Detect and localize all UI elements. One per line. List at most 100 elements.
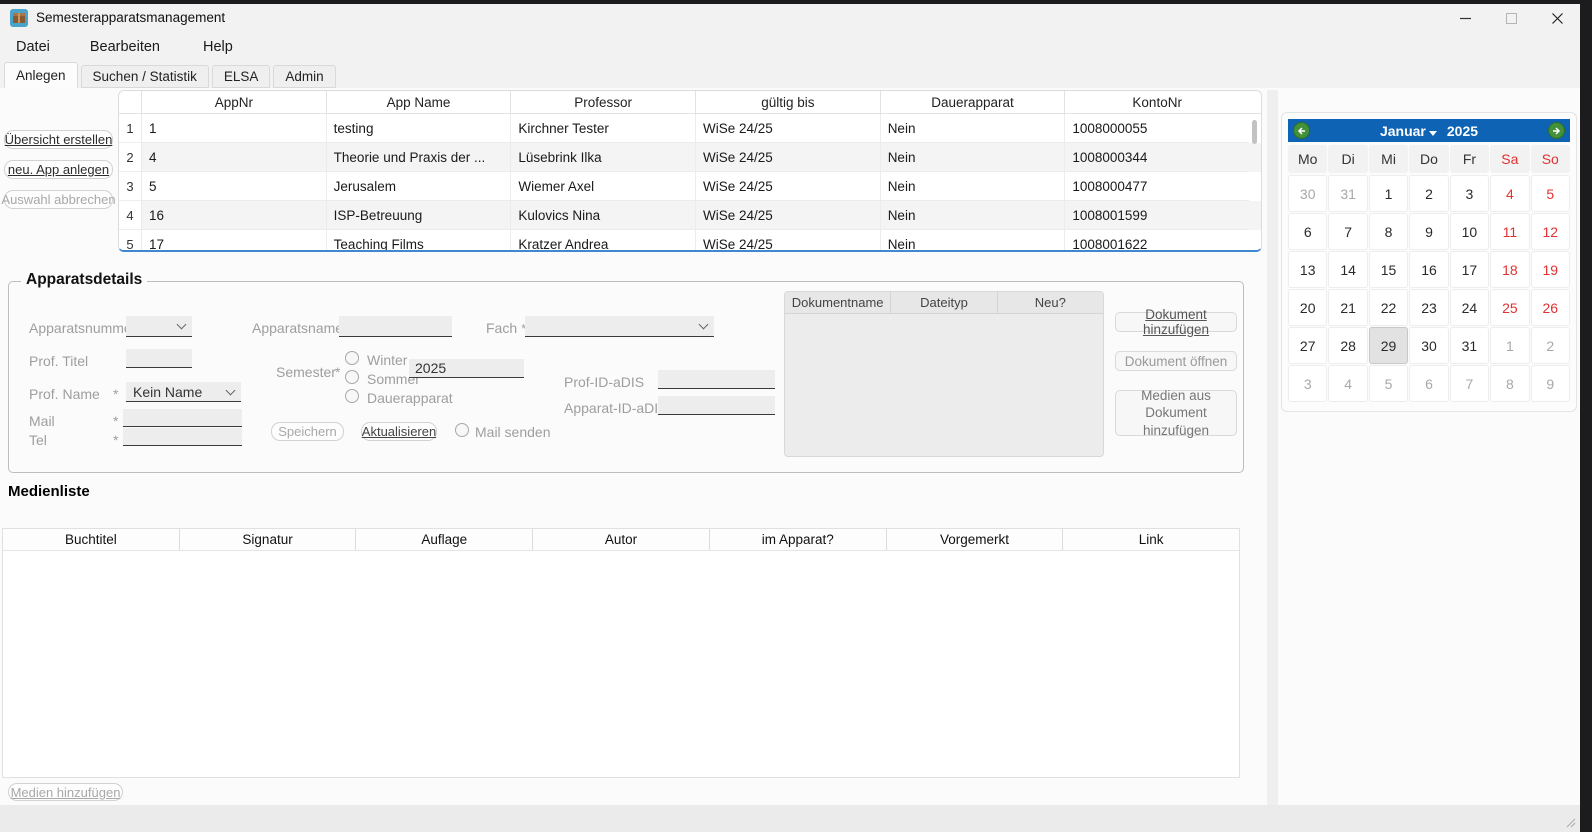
mail-senden-checkbox[interactable] [455, 423, 469, 437]
scrollbar-thumb[interactable] [1252, 120, 1257, 144]
semester-year-input[interactable] [409, 359, 524, 378]
apparat-id-adis-input[interactable] [658, 396, 775, 415]
calendar-day[interactable]: 9 [1531, 365, 1570, 402]
calendar-day[interactable]: 4 [1490, 175, 1529, 212]
calendar-day[interactable]: 6 [1409, 365, 1448, 402]
calendar-year-label[interactable]: 2025 [1447, 123, 1478, 139]
column-header-neu[interactable]: Neu? [998, 292, 1103, 313]
calendar-day[interactable]: 2 [1531, 327, 1570, 364]
calendar-day[interactable]: 13 [1288, 251, 1327, 288]
column-header-autor[interactable]: Autor [533, 529, 710, 550]
sommer-radio[interactable] [345, 370, 359, 384]
auswahl-abbrechen-button[interactable]: Auswahl abbrechen [4, 190, 113, 209]
calendar-day[interactable]: 26 [1531, 289, 1570, 326]
calendar-day[interactable]: 25 [1490, 289, 1529, 326]
calendar-day[interactable]: 20 [1288, 289, 1327, 326]
calendar-day[interactable]: 2 [1409, 175, 1448, 212]
calendar-day[interactable]: 3 [1450, 175, 1489, 212]
table-row[interactable]: 3 5 Jerusalem Wiemer Axel WiSe 24/25 Nei… [119, 172, 1261, 201]
dauerapparat-radio[interactable] [345, 389, 359, 403]
column-header-gueltig-bis[interactable]: gültig bis [695, 91, 880, 113]
minimize-button[interactable] [1442, 4, 1488, 32]
calendar-day[interactable]: 8 [1490, 365, 1529, 402]
tab-suchen-statistik[interactable]: Suchen / Statistik [81, 65, 209, 88]
close-button[interactable] [1534, 4, 1580, 32]
calendar-day[interactable]: 15 [1369, 251, 1408, 288]
calendar-day[interactable]: 28 [1328, 327, 1367, 364]
tab-elsa[interactable]: ELSA [212, 65, 271, 88]
calendar-day[interactable]: 22 [1369, 289, 1408, 326]
winter-radio[interactable] [345, 351, 359, 365]
calendar-prev-button[interactable] [1293, 122, 1310, 139]
calendar-day[interactable]: 23 [1409, 289, 1448, 326]
neu-app-anlegen-button[interactable]: neu. App anlegen [4, 160, 113, 179]
tab-admin[interactable]: Admin [273, 65, 335, 88]
menu-bearbeiten[interactable]: Bearbeiten [82, 35, 168, 59]
fach-combobox[interactable] [525, 316, 714, 337]
calendar-day[interactable]: 30 [1409, 327, 1448, 364]
calendar-day[interactable]: 31 [1328, 175, 1367, 212]
column-header-dateityp[interactable]: Dateityp [891, 292, 997, 313]
table-row[interactable]: 1 1 testing Kirchner Tester WiSe 24/25 N… [119, 114, 1261, 143]
calendar-day[interactable]: 11 [1490, 213, 1529, 250]
calendar-day[interactable]: 18 [1490, 251, 1529, 288]
column-header-kontonr[interactable]: KontoNr [1064, 91, 1249, 113]
calendar-next-button[interactable] [1548, 122, 1565, 139]
medien-hinzufuegen-button[interactable]: Medien hinzufügen [8, 783, 123, 801]
apparatsname-input[interactable] [339, 316, 452, 337]
column-header-app-name[interactable]: App Name [326, 91, 511, 113]
calendar-day[interactable]: 17 [1450, 251, 1489, 288]
prof-name-combobox[interactable]: Kein Name [126, 382, 241, 402]
resize-grip[interactable] [1566, 818, 1576, 828]
menu-datei[interactable]: Datei [8, 35, 58, 59]
calendar-day[interactable]: 21 [1328, 289, 1367, 326]
column-header-vorgemerkt[interactable]: Vorgemerkt [887, 529, 1064, 550]
apps-table-scrollbar[interactable] [1250, 116, 1259, 251]
table-row[interactable]: 5 17 Teaching Films Kratzer Andrea WiSe … [119, 230, 1261, 252]
calendar-day[interactable]: 3 [1288, 365, 1327, 402]
calendar-day[interactable]: 9 [1409, 213, 1448, 250]
calendar-day[interactable]: 5 [1369, 365, 1408, 402]
calendar-day[interactable]: 27 [1288, 327, 1327, 364]
column-header-appnr[interactable]: AppNr [141, 91, 326, 113]
uebersicht-erstellen-button[interactable]: Übersicht erstellen [4, 130, 113, 149]
column-header-link[interactable]: Link [1063, 529, 1239, 550]
tab-anlegen[interactable]: Anlegen [4, 62, 78, 88]
calendar-day[interactable]: 6 [1288, 213, 1327, 250]
mail-input[interactable] [123, 409, 242, 427]
table-row[interactable]: 2 4 Theorie und Praxis der ... Lüsebrink… [119, 143, 1261, 172]
column-header-dauerapparat[interactable]: Dauerapparat [880, 91, 1065, 113]
calendar-day[interactable]: 30 [1288, 175, 1327, 212]
speichern-button[interactable]: Speichern [271, 422, 344, 441]
column-header-buchtitel[interactable]: Buchtitel [3, 529, 180, 550]
vertical-scroll-strip[interactable] [1267, 90, 1278, 815]
calendar-day[interactable]: 14 [1328, 251, 1367, 288]
column-header-dokumentname[interactable]: Dokumentname [785, 292, 891, 313]
table-row[interactable]: 4 16 ISP-Betreuung Kulovics Nina WiSe 24… [119, 201, 1261, 230]
prof-id-adis-input[interactable] [658, 370, 775, 389]
calendar-day[interactable]: 24 [1450, 289, 1489, 326]
calendar-day[interactable]: 8 [1369, 213, 1408, 250]
calendar-day[interactable]: 5 [1531, 175, 1570, 212]
dokument-oeffnen-button[interactable]: Dokument öffnen [1115, 351, 1237, 371]
medien-aus-dokument-button[interactable]: Medien aus Dokument hinzufügen [1115, 390, 1237, 436]
calendar-day[interactable]: 7 [1450, 365, 1489, 402]
maximize-button[interactable] [1488, 4, 1534, 32]
menu-help[interactable]: Help [195, 35, 241, 59]
calendar-day[interactable]: 29 [1369, 327, 1408, 364]
calendar-month-label[interactable]: Januar [1380, 123, 1426, 139]
calendar-day[interactable]: 7 [1328, 213, 1367, 250]
calendar-day[interactable]: 10 [1450, 213, 1489, 250]
column-header-professor[interactable]: Professor [510, 91, 695, 113]
column-header-auflage[interactable]: Auflage [356, 529, 533, 550]
aktualisieren-button[interactable]: Aktualisieren [361, 422, 437, 441]
dokument-hinzufuegen-button[interactable]: Dokument hinzufügen [1115, 312, 1237, 332]
calendar-day[interactable]: 16 [1409, 251, 1448, 288]
apparatsnummer-combobox[interactable] [126, 316, 192, 337]
calendar-day[interactable]: 12 [1531, 213, 1570, 250]
calendar-day[interactable]: 1 [1490, 327, 1529, 364]
calendar-day[interactable]: 4 [1328, 365, 1367, 402]
calendar-day[interactable]: 31 [1450, 327, 1489, 364]
calendar-month-year[interactable]: Januar 2025 [1380, 123, 1478, 139]
calendar-day[interactable]: 1 [1369, 175, 1408, 212]
